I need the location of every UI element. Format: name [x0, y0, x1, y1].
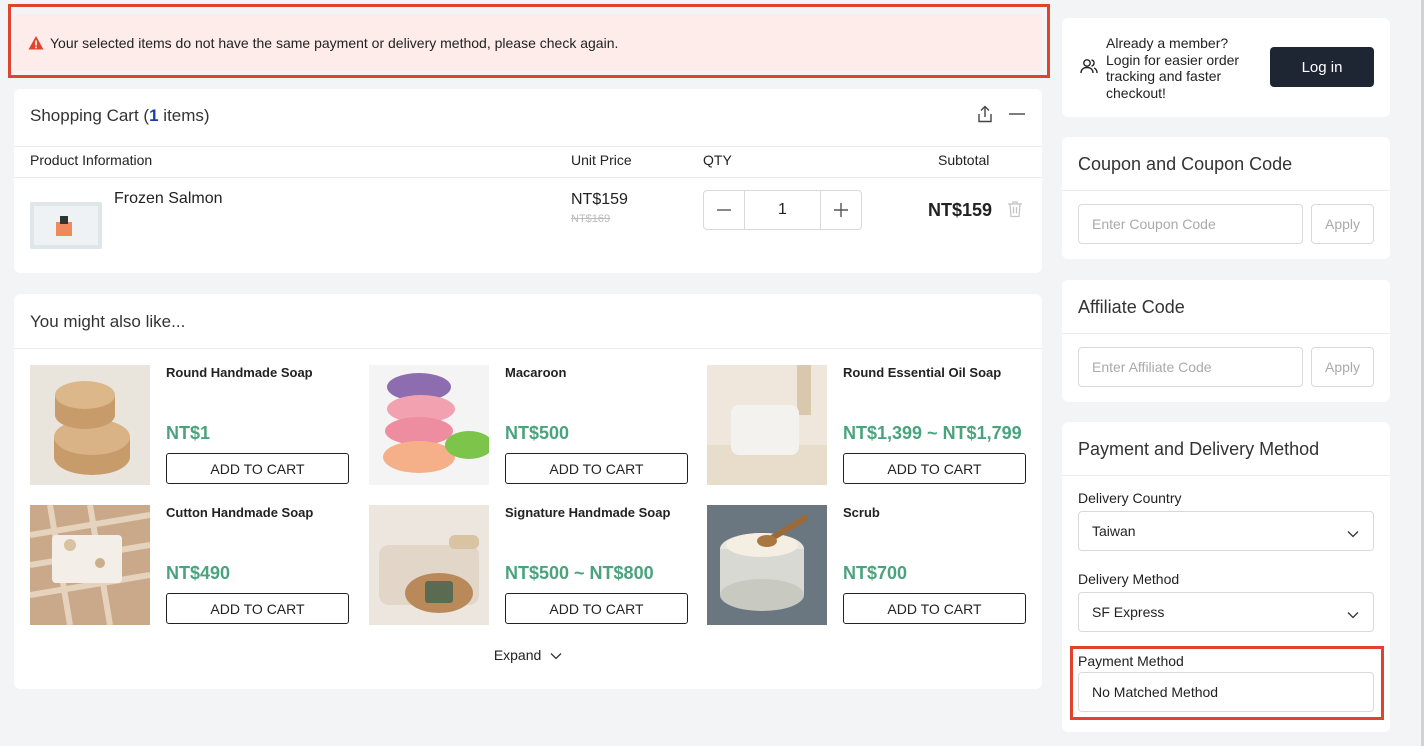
product-image[interactable] [369, 365, 489, 485]
delivery-method-value: SF Express [1092, 604, 1165, 620]
product-price: NT$1 [166, 423, 211, 443]
col-qty: QTY [703, 152, 732, 168]
users-icon [1080, 58, 1098, 79]
qty-increase-button[interactable] [821, 191, 861, 229]
delivery-country-label: Delivery Country [1078, 490, 1182, 506]
product-price: NT$1,399 ~ NT$1,799 [843, 423, 1022, 443]
cart-count: 1 [149, 106, 159, 125]
col-subtotal: Subtotal [938, 152, 990, 168]
product-price: NT$490 [166, 563, 231, 583]
recommendations-card: You might also like... Round Handmade So… [14, 294, 1042, 689]
affiliate-card: Affiliate Code Enter Affiliate Code Appl… [1062, 280, 1390, 402]
chevron-down-icon [545, 647, 562, 663]
payment-method-highlight-outline [1070, 646, 1384, 720]
delivery-method-label: Delivery Method [1078, 571, 1180, 587]
coupon-title: Coupon and Coupon Code [1078, 154, 1293, 174]
product-image[interactable] [30, 365, 150, 485]
add-to-cart-button[interactable]: ADD TO CART [843, 453, 1026, 484]
coupon-divider [1062, 190, 1390, 191]
product-thumbnail[interactable] [30, 202, 102, 249]
col-product-info: Product Information [30, 152, 153, 168]
delivery-method-select[interactable]: SF Express [1078, 592, 1374, 632]
product-price: NT$500 ~ NT$800 [505, 563, 654, 583]
alert-message: Your selected items do not have the same… [50, 34, 619, 51]
coupon-card: Coupon and Coupon Code Enter Coupon Code… [1062, 137, 1390, 259]
col-unit-price: Unit Price [571, 152, 632, 168]
payment-delivery-title: Payment and Delivery Method [1078, 439, 1320, 459]
product-price: NT$500 [505, 423, 570, 443]
product-card: Macaroon NT$500 ADD TO CART [369, 365, 699, 487]
qty-decrease-button[interactable] [704, 191, 744, 229]
cart-title-text: Shopping Cart [30, 106, 139, 125]
share-icon[interactable] [976, 105, 994, 123]
warning-icon [28, 35, 44, 51]
qty-input[interactable]: 1 [744, 191, 821, 229]
shopping-cart-card: Shopping Cart (1 items) Product Informat… [14, 89, 1042, 273]
product-card: Round Essential Oil Soap NT$1,399 ~ NT$1… [707, 365, 1037, 487]
affiliate-title: Affiliate Code [1078, 297, 1185, 317]
cart-title: Shopping Cart (1 items) [30, 106, 210, 126]
product-card: Scrub NT$700 ADD TO CART [707, 505, 1037, 627]
delivery-country-value: Taiwan [1092, 523, 1136, 539]
coupon-apply-button[interactable]: Apply [1311, 204, 1374, 244]
product-original-price: NT$169 [571, 213, 611, 225]
add-to-cart-button[interactable]: ADD TO CART [505, 453, 688, 484]
cart-count-suffix: items) [163, 106, 210, 125]
payment-delivery-divider [1062, 475, 1390, 476]
cart-header-divider [14, 177, 1042, 178]
product-image[interactable] [369, 505, 489, 625]
login-prompt: Already a member? Login for easier order… [1106, 35, 1240, 101]
add-to-cart-button[interactable]: ADD TO CART [166, 593, 349, 624]
affiliate-divider [1062, 333, 1390, 334]
recommendations-title: You might also like... [30, 312, 186, 331]
product-subtotal: NT$159 [928, 200, 993, 220]
trash-icon[interactable] [1007, 200, 1023, 223]
product-name[interactable]: Cutton Handmade Soap [166, 505, 313, 520]
add-to-cart-button[interactable]: ADD TO CART [843, 593, 1026, 624]
product-image[interactable] [707, 505, 827, 625]
login-button[interactable]: Log in [1270, 47, 1374, 87]
chevron-down-icon [1347, 606, 1359, 622]
product-image[interactable] [30, 505, 150, 625]
product-name[interactable]: Signature Handmade Soap [505, 505, 670, 520]
product-name[interactable]: Scrub [843, 505, 880, 520]
coupon-code-input[interactable]: Enter Coupon Code [1078, 204, 1303, 244]
product-card: Signature Handmade Soap NT$500 ~ NT$800 … [369, 505, 699, 627]
product-card: Round Handmade Soap NT$1 ADD TO CART [30, 365, 360, 487]
product-name[interactable]: Frozen Salmon [114, 190, 223, 208]
expand-label: Expand [493, 647, 542, 663]
product-unit-price: NT$159 [571, 191, 628, 208]
expand-button[interactable]: Expand [14, 647, 1042, 663]
product-image[interactable] [707, 365, 827, 485]
collapse-icon[interactable] [1008, 105, 1026, 123]
add-to-cart-button[interactable]: ADD TO CART [166, 453, 349, 484]
chevron-down-icon [1347, 525, 1359, 541]
quantity-stepper: 1 [703, 190, 862, 230]
login-card: Already a member? Login for easier order… [1062, 18, 1390, 117]
add-to-cart-button[interactable]: ADD TO CART [505, 593, 688, 624]
affiliate-code-input[interactable]: Enter Affiliate Code [1078, 347, 1303, 387]
product-name[interactable]: Round Handmade Soap [166, 365, 313, 380]
product-name[interactable]: Macaroon [505, 365, 566, 380]
cart-divider [14, 146, 1042, 147]
delivery-country-select[interactable]: Taiwan [1078, 511, 1374, 551]
product-card: Cutton Handmade Soap NT$490 ADD TO CART [30, 505, 360, 627]
alert-banner: Your selected items do not have the same… [14, 14, 1042, 71]
product-name[interactable]: Round Essential Oil Soap [843, 365, 1001, 380]
product-price: NT$700 [843, 563, 908, 583]
recommendations-divider [14, 348, 1042, 349]
affiliate-apply-button[interactable]: Apply [1311, 347, 1374, 387]
